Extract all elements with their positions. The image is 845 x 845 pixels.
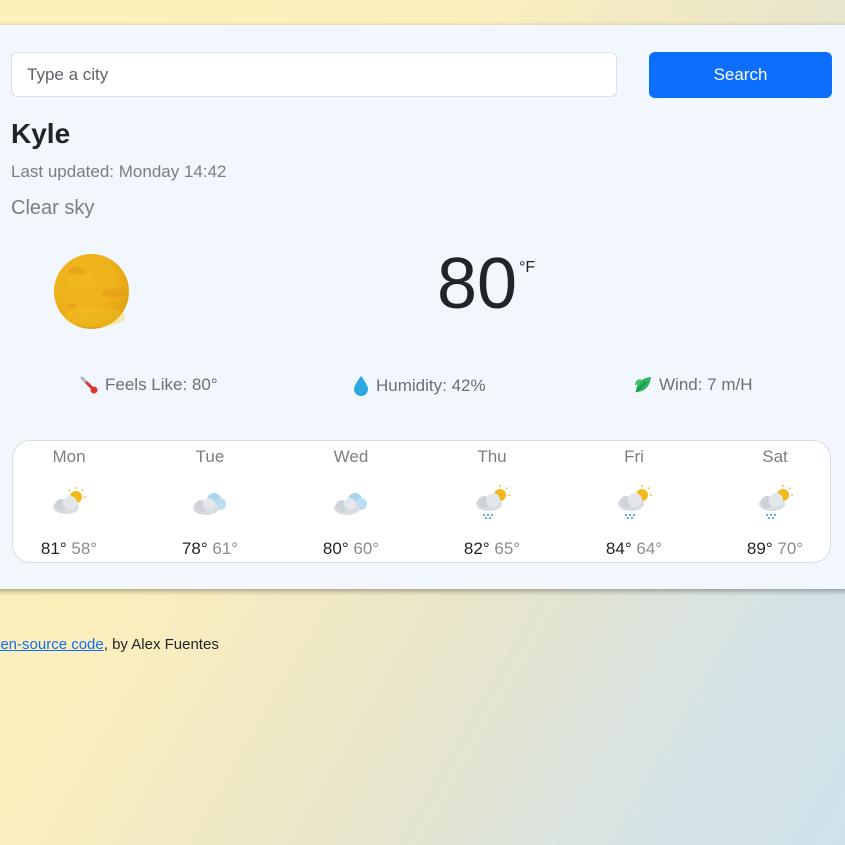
- temperature-unit[interactable]: °F: [519, 259, 535, 277]
- current-temperature: 80: [437, 244, 518, 324]
- forecast-low: 61°: [212, 539, 239, 558]
- leaf-icon: [635, 377, 651, 393]
- feels-like-stat: Feels Like: 80°: [79, 375, 218, 395]
- city-search-input[interactable]: [11, 52, 617, 97]
- forecast-day-name: Wed: [333, 447, 369, 466]
- forecast-low: 70°: [777, 539, 804, 558]
- wind-label: Wind: 7 m/H: [659, 375, 753, 394]
- forecast-high: 84°: [605, 539, 632, 558]
- cloudy-icon: [193, 493, 226, 515]
- forecast-low: 64°: [636, 539, 663, 558]
- forecast-day-name: Fri: [624, 447, 644, 466]
- forecast-day-name: Mon: [52, 447, 86, 466]
- forecast-low: 60°: [353, 539, 380, 558]
- footer-credit: pen-source code, by Alex Fuentes: [0, 636, 219, 653]
- humidity-label: Humidity: 42%: [376, 376, 486, 395]
- forecast-temps: 84° 64°: [584, 539, 684, 559]
- city-name: Kyle: [11, 118, 71, 149]
- forecast-low: 58°: [71, 539, 98, 558]
- weather-description: Clear sky: [11, 197, 95, 219]
- wind-stat: Wind: 7 m/H: [633, 375, 753, 395]
- forecast-day-name: Tue: [195, 447, 225, 466]
- clear-sky-sun-icon: [54, 254, 129, 329]
- forecast-temps: 89° 70°: [725, 539, 825, 559]
- forecast-temps: 81° 58°: [19, 539, 119, 559]
- thermometer-icon: [80, 376, 98, 394]
- feels-like-label: Feels Like: 80°: [105, 375, 218, 394]
- forecast-day-name: Sat: [762, 447, 788, 466]
- forecast-low: 65°: [494, 539, 521, 558]
- forecast-high: 78°: [181, 539, 208, 558]
- humidity-stat: Humidity: 42%: [352, 375, 486, 397]
- forecast-high: 82°: [463, 539, 490, 558]
- footer-author: , by Alex Fuentes: [103, 636, 219, 653]
- cloudy-icon: [334, 493, 367, 515]
- forecast-temps: 78° 61°: [160, 539, 260, 559]
- rain-sun-icon: [759, 485, 793, 519]
- forecast-high: 89°: [746, 539, 773, 558]
- rain-sun-icon: [618, 485, 652, 519]
- forecast-panel: Mon 81° 58° Tue 78° 61° Wed 80° 60° Thu …: [12, 440, 831, 563]
- forecast-high: 80°: [322, 539, 349, 558]
- search-button[interactable]: Search: [649, 52, 832, 98]
- forecast-temps: 80° 60°: [301, 539, 401, 559]
- forecast-temps: 82° 65°: [442, 539, 542, 559]
- forecast-day-name: Thu: [477, 447, 507, 466]
- partly-cloudy-icon: [53, 487, 86, 514]
- forecast-high: 81°: [40, 539, 67, 558]
- last-updated: Last updated: Monday 14:42: [11, 162, 227, 181]
- rain-sun-icon: [476, 485, 510, 519]
- open-source-code-link[interactable]: pen-source code: [0, 636, 104, 653]
- water-drop-icon: [354, 376, 368, 396]
